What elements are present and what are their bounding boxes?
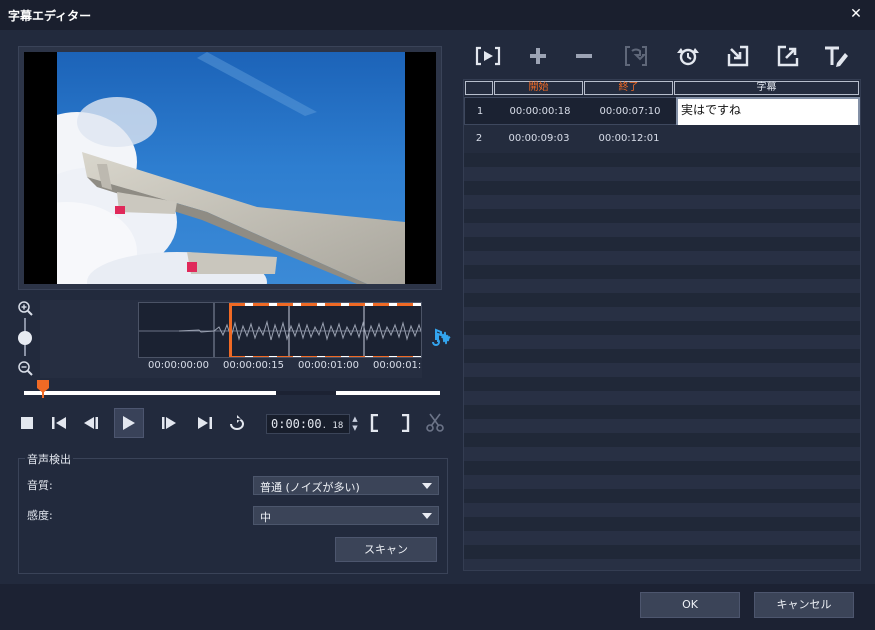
row-number: 2 [475,133,483,144]
skip-end-icon [198,417,212,429]
video-preview [24,52,436,284]
table-row[interactable]: 2 00:00:09:03 00:00:12:01 [464,125,860,153]
export-icon [777,45,799,67]
play-icon [123,416,135,430]
ruler-label: 00:00:01:00 [298,360,360,371]
stop-button[interactable] [14,408,40,438]
timecode-frames: 18 [332,421,344,431]
group-title: 音声検出 [25,451,73,467]
subtitle-list: 開始 終了 字幕 1 00:00:00:18 00:00:07:10 実はですね… [463,79,861,571]
plus-icon [530,48,546,64]
subtitle-toolbar [470,40,862,72]
minus-icon [576,54,592,58]
dialog-footer: OK キャンセル [0,584,875,630]
window-title: 字幕エディター [8,9,92,23]
export-subtitles-button[interactable] [774,42,802,70]
timecode-input[interactable]: 0:00:00. 18 [266,414,350,434]
header-end[interactable]: 終了 [584,81,673,95]
header-number [465,81,493,95]
merge-subtitles-button[interactable] [622,42,650,70]
row-start-time[interactable]: 00:00:09:03 [494,125,584,153]
skip-start-icon [52,417,66,429]
next-frame-button[interactable] [156,408,182,438]
split-button[interactable] [422,408,448,438]
scrub-track-gap [276,391,336,395]
go-to-end-button[interactable] [192,408,218,438]
video-preview-frame [18,46,442,290]
dropdown-arrow-icon [422,513,432,519]
sensitivity-select[interactable]: 中 [253,506,439,525]
voice-detection-group: 音声検出 音質: 普通 (ノイズが多い) 感度: 中 スキャン [18,451,448,574]
step-forward-icon [162,417,176,429]
zoom-out-icon[interactable] [17,360,33,376]
transport-controls: 0:00:00. 18 ▲ ▼ [14,406,450,440]
dropdown-arrow-icon [422,483,432,489]
import-icon [727,45,749,67]
row-end-time[interactable]: 00:00:07:10 [585,98,675,126]
play-button[interactable] [114,408,144,438]
merge-icon [625,46,647,66]
ok-button[interactable]: OK [640,592,740,618]
ruler-label: 00:00:00:00 [148,360,210,371]
zoom-in-icon[interactable] [17,300,33,316]
clock-offset-icon [677,48,699,66]
playhead-marker[interactable] [37,380,49,398]
row-start-time[interactable]: 00:00:00:18 [495,98,585,126]
repeat-icon [230,415,244,430]
timecode-value: 0:00:00 [271,417,322,431]
sensitivity-value: 中 [260,511,271,524]
zoom-slider-knob[interactable] [18,331,32,345]
cancel-button[interactable]: キャンセル [754,592,854,618]
scrub-track[interactable] [24,391,440,395]
timecode-spinner[interactable]: ▲ ▼ [350,415,360,433]
text-options-button[interactable] [822,42,850,70]
sensitivity-label: 感度: [27,509,53,522]
audio-waveform[interactable] [138,302,422,358]
timeline-zoom [17,300,33,376]
playback-scrub-bar[interactable] [24,380,440,398]
waveform-timeline[interactable]: 00:00:00:00 00:00:00:15 00:00:01:00 00:0… [40,300,422,378]
go-to-start-button[interactable] [46,408,72,438]
row-end-time[interactable]: 00:00:12:01 [584,125,674,153]
previous-frame-button[interactable] [78,408,104,438]
remove-subtitle-button[interactable] [570,42,598,70]
header-subtitle[interactable]: 字幕 [674,81,859,95]
repeat-button[interactable] [224,408,250,438]
close-icon[interactable]: ✕ [847,5,865,23]
quality-value: 普通 (ノイズが多い) [260,481,360,494]
mark-in-button[interactable] [362,408,388,438]
mark-out-icon [402,414,410,432]
title-bar: 字幕エディター ✕ [0,0,875,30]
scissors-icon [426,413,444,432]
import-subtitles-button[interactable] [724,42,752,70]
subtitle-list-header: 開始 終了 字幕 [464,80,860,96]
mark-out-button[interactable] [392,408,418,438]
quality-select[interactable]: 普通 (ノイズが多い) [253,476,439,495]
scan-button[interactable]: スキャン [335,537,437,562]
empty-rows-area [464,153,860,570]
step-back-icon [84,417,98,429]
voice-detect-icon[interactable] [430,328,452,348]
row-number: 1 [476,106,484,117]
add-subtitle-at-playhead-button[interactable] [474,42,502,70]
insert-at-playhead-icon [475,46,501,66]
video-frame-image [57,52,405,284]
ruler-label: 00:00:01: [373,360,422,371]
text-edit-icon [825,46,848,67]
quality-label: 音質: [27,479,53,492]
stop-icon [21,417,33,429]
mark-in-icon [370,414,378,432]
header-start[interactable]: 開始 [494,81,583,95]
add-subtitle-button[interactable] [524,42,552,70]
time-offset-button[interactable] [674,42,702,70]
ruler-label: 00:00:00:15 [223,360,285,371]
timeline-ruler: 00:00:00:00 00:00:00:15 00:00:01:00 00:0… [138,360,422,374]
